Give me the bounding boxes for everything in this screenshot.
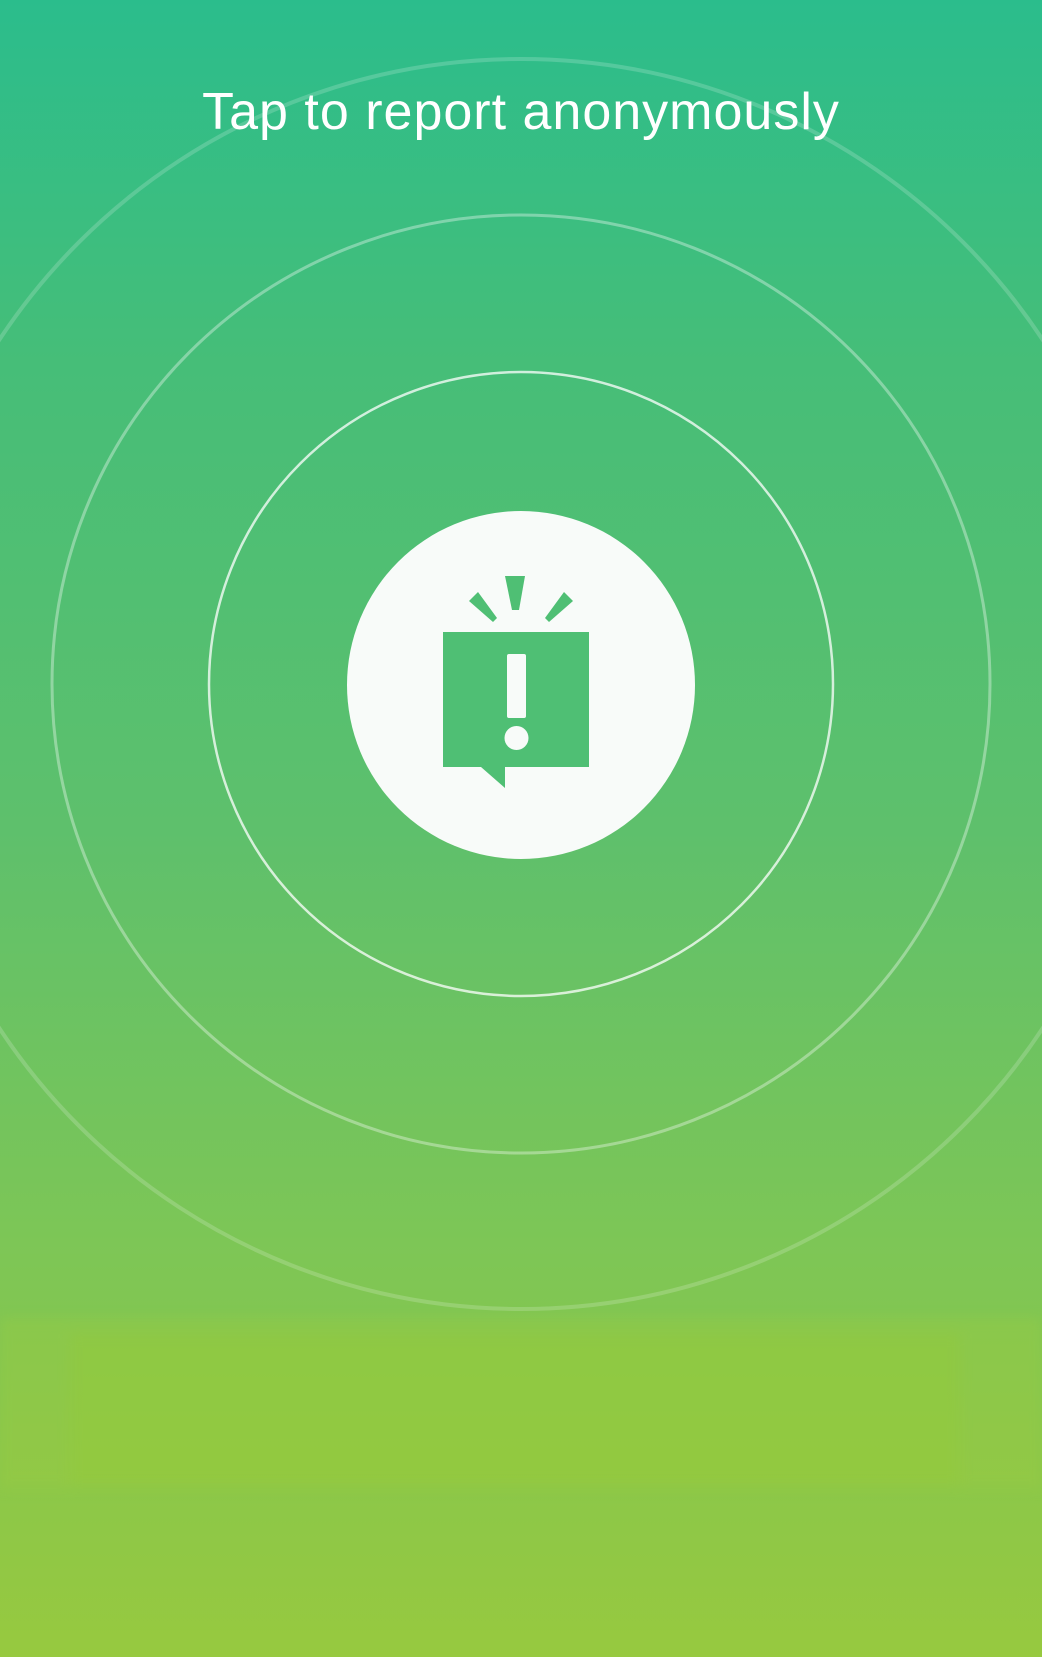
report-prompt-text: Tap to report anonymously — [202, 83, 840, 141]
alert-speech-bubble-icon — [443, 576, 589, 788]
blurred-footer-area — [0, 1318, 1042, 1488]
report-screen: Tap to report anonymously — [0, 0, 1042, 1657]
report-button[interactable] — [347, 511, 695, 859]
